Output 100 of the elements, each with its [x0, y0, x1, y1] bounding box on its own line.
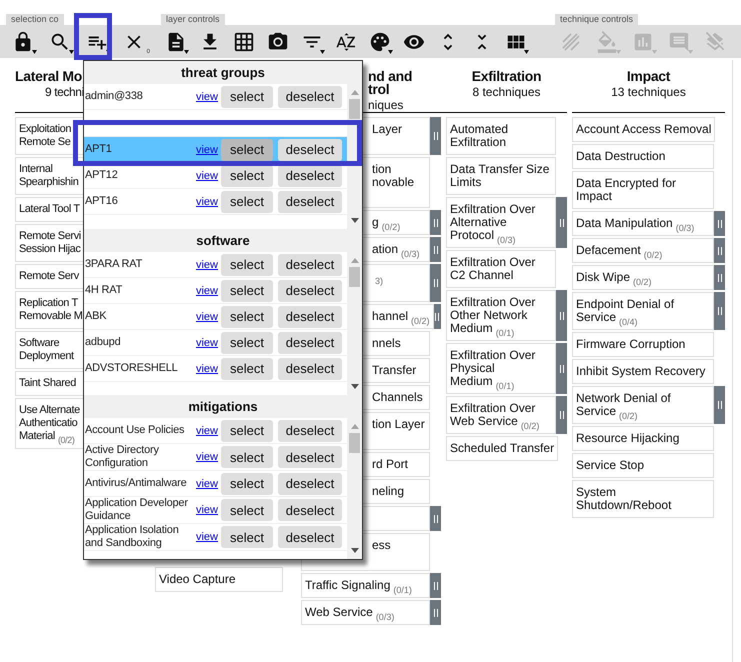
deselect-button[interactable]: deselect	[278, 446, 342, 468]
list-row[interactable]: 4H RAT view select deselect	[84, 278, 347, 304]
deselect-button[interactable]: deselect	[278, 138, 342, 160]
technique-cell[interactable]: Exfiltration Over Web Service $_{(0/2)}$	[446, 396, 556, 434]
scrollbar-thumb[interactable]	[349, 99, 360, 119]
list-row[interactable]: ABK view select deselect	[84, 304, 347, 330]
select-button[interactable]: select	[221, 420, 273, 442]
list-row[interactable]: adbupd view select deselect	[84, 330, 347, 356]
deselect-button[interactable]: deselect	[278, 332, 342, 354]
select-button[interactable]: select	[221, 446, 273, 468]
technique-cell[interactable]: Account Access Removal	[572, 117, 716, 142]
deselect-button[interactable]: deselect	[278, 420, 342, 442]
subtechnique-toggle[interactable]	[430, 264, 441, 302]
subtechnique-toggle[interactable]	[430, 117, 441, 155]
subtechnique-toggle[interactable]	[714, 211, 725, 236]
subtechnique-toggle[interactable]	[714, 265, 725, 290]
technique-cell[interactable]: Resource Hijacking	[572, 426, 714, 451]
deselect-button[interactable]: deselect	[278, 164, 342, 186]
view-link[interactable]: view	[196, 451, 218, 463]
deselect-button[interactable]: deselect	[278, 86, 342, 108]
technique-cell[interactable]: Data Destruction	[572, 144, 714, 169]
technique-cell[interactable]: Video Capture	[155, 567, 283, 592]
list-row[interactable]: 3PARA RAT view select deselect	[84, 252, 347, 278]
select-button[interactable]: select	[221, 526, 273, 548]
technique-cell[interactable]: Defacement $_{(0/2)}$	[572, 238, 714, 263]
deselect-button[interactable]: deselect	[278, 499, 342, 521]
view-link[interactable]: view	[196, 170, 218, 182]
list-row[interactable]: Application Isolation and Sandboxing view select deselect	[84, 524, 347, 551]
technique-cell[interactable]: Traffic Signaling $_{(0/1)}$	[301, 573, 430, 598]
subtechnique-toggle[interactable]	[430, 210, 441, 235]
subtechnique-toggle[interactable]	[714, 238, 725, 263]
deselect-button[interactable]: deselect	[278, 190, 342, 212]
deselect-button[interactable]: deselect	[278, 526, 342, 548]
deselect-button[interactable]: deselect	[278, 306, 342, 328]
list-row[interactable]: Account Use Policies view select deselect	[84, 418, 347, 444]
select-button[interactable]: select	[221, 332, 273, 354]
select-button[interactable]: select	[221, 280, 273, 302]
deselect-button[interactable]: deselect	[278, 254, 342, 276]
technique-cell[interactable]: Data Manipulation $_{(0/3)}$	[572, 211, 714, 236]
view-link[interactable]: view	[196, 144, 218, 156]
deselect-button[interactable]: deselect	[278, 280, 342, 302]
select-button[interactable]: select	[221, 254, 273, 276]
scroll-down-icon[interactable]	[350, 218, 358, 223]
deselect-button[interactable]: deselect	[278, 358, 342, 380]
scrollbar-thumb[interactable]	[349, 267, 360, 287]
select-button[interactable]: select	[221, 190, 273, 212]
view-link[interactable]: view	[196, 90, 218, 102]
list-row[interactable]: APT16 view select deselect	[84, 189, 347, 215]
select-button[interactable]: select	[221, 164, 273, 186]
subtechnique-toggle[interactable]	[556, 197, 567, 248]
view-link[interactable]: view	[196, 504, 218, 516]
technique-cell[interactable]: Service Stop	[572, 453, 714, 478]
technique-cell[interactable]: Inhibit System Recovery	[572, 359, 714, 384]
technique-cell[interactable]: System Shutdown/Reboot	[572, 480, 714, 518]
view-link[interactable]: view	[196, 478, 218, 490]
list-row[interactable]: ADVSTORESHELL view select deselect	[84, 356, 347, 382]
select-button[interactable]: select	[221, 86, 273, 108]
technique-cell[interactable]: Exfiltration Over Alternative Protocol $_{(0/3)}$	[446, 197, 556, 248]
technique-cell[interactable]: Disk Wipe $_{(0/2)}$	[572, 265, 714, 290]
technique-cell[interactable]: Exfiltration Over Physical Medium $_{(0/1)}$	[446, 343, 556, 394]
subtechnique-toggle[interactable]	[714, 292, 725, 330]
view-link[interactable]: view	[196, 362, 218, 374]
subtechnique-toggle[interactable]	[430, 600, 441, 625]
list-row[interactable]: admin@338 view select deselect	[84, 84, 347, 110]
deselect-button[interactable]: deselect	[278, 472, 342, 494]
select-button[interactable]: select	[221, 306, 273, 328]
view-link[interactable]: view	[196, 531, 218, 543]
view-link[interactable]: view	[196, 196, 218, 208]
view-link[interactable]: view	[196, 310, 218, 322]
subtechnique-toggle[interactable]	[556, 396, 567, 434]
technique-cell[interactable]: Scheduled Transfer	[446, 436, 558, 461]
view-link[interactable]: view	[196, 284, 218, 296]
subtechnique-toggle[interactable]	[430, 573, 441, 598]
list-row[interactable]: Antivirus/Antimalware view select deselect	[84, 471, 347, 497]
subtechnique-toggle[interactable]	[430, 237, 441, 262]
view-link[interactable]: view	[196, 336, 218, 348]
select-button[interactable]: select	[221, 499, 273, 521]
scrollbar-thumb[interactable]	[349, 433, 360, 453]
technique-cell[interactable]: Data Transfer Size Limits	[446, 157, 556, 195]
list-row[interactable]: APT1 view select deselect	[84, 137, 347, 163]
technique-cell[interactable]: Endpoint Denial of Service $_{(0/4)}$	[572, 292, 714, 330]
select-button[interactable]: select	[221, 138, 273, 160]
select-button[interactable]: select	[221, 472, 273, 494]
view-link[interactable]: view	[196, 424, 218, 436]
subtechnique-toggle[interactable]	[556, 343, 567, 394]
technique-cell[interactable]: Web Service $_{(0/3)}$	[301, 600, 430, 625]
technique-cell[interactable]: Network Denial of Service $_{(0/2)}$	[572, 386, 714, 424]
list-row[interactable]: Active Directory Configuration view select deselect	[84, 444, 347, 471]
technique-cell[interactable]: Exfiltration Over Other Network Medium $_{(0/1)}$	[446, 290, 556, 341]
scroll-down-icon[interactable]	[350, 384, 358, 389]
technique-cell[interactable]: Firmware Corruption	[572, 332, 714, 357]
technique-cell[interactable]: Exfiltration Over C2 Channel	[446, 250, 556, 288]
scroll-down-icon[interactable]	[350, 548, 358, 553]
subtechnique-toggle[interactable]	[556, 290, 567, 341]
subtechnique-toggle[interactable]	[430, 506, 441, 531]
select-button[interactable]: select	[221, 358, 273, 380]
subtechnique-toggle[interactable]	[714, 386, 725, 424]
technique-cell[interactable]: Data Encrypted for Impact	[572, 171, 714, 209]
technique-cell[interactable]: Automated Exfiltration	[446, 117, 556, 155]
view-link[interactable]: view	[196, 258, 218, 270]
